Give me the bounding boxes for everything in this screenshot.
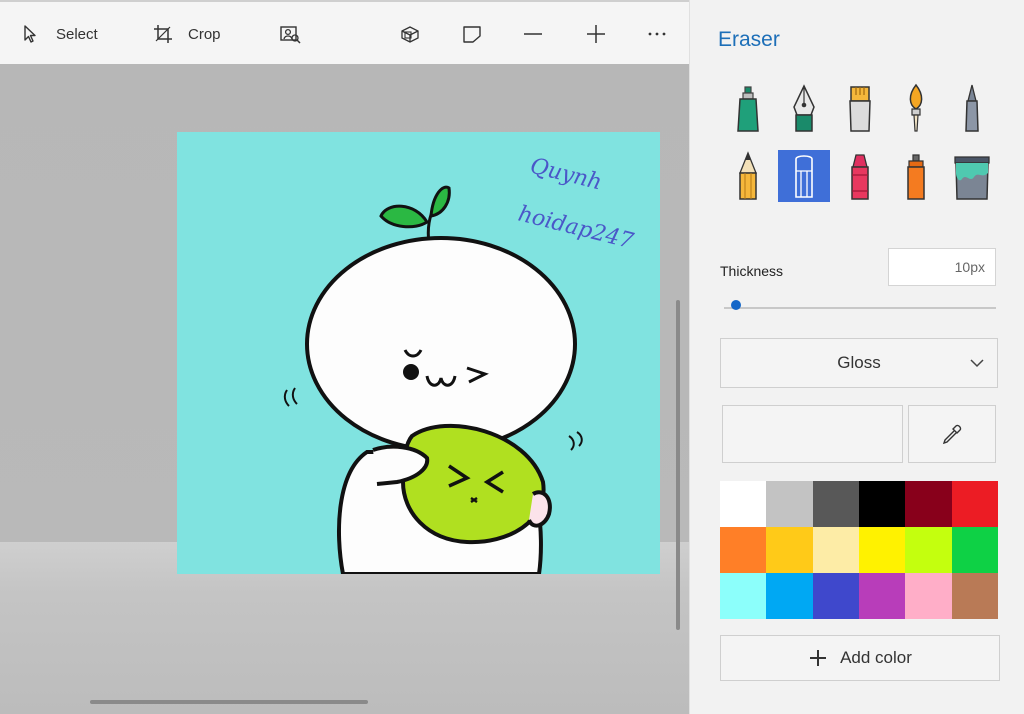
color-palette xyxy=(720,481,998,619)
brush-pixel-pen[interactable] xyxy=(946,82,998,134)
brush-oil[interactable] xyxy=(834,82,886,134)
fill-bucket-icon xyxy=(954,156,990,200)
crop-icon xyxy=(154,25,172,43)
green-ball xyxy=(400,423,546,545)
spray-can-icon xyxy=(907,154,925,200)
vertical-scrollbar[interactable] xyxy=(676,300,680,630)
zoom-out-button[interactable] xyxy=(522,16,544,52)
crayon-icon xyxy=(851,154,869,200)
brush-marker[interactable] xyxy=(722,82,774,134)
crop-button[interactable]: Crop xyxy=(152,16,221,52)
color-swatch[interactable] xyxy=(905,527,952,573)
brush-spray-can[interactable] xyxy=(890,150,942,202)
select-button[interactable]: Select xyxy=(20,16,98,52)
watermark-line-2: hoidap247 xyxy=(516,202,636,255)
pencil-icon xyxy=(739,151,757,200)
finish-dropdown-value: Gloss xyxy=(837,353,881,372)
watermark-line-1: Quynh xyxy=(528,154,605,196)
zoom-in-button[interactable] xyxy=(585,16,607,52)
color-swatch[interactable] xyxy=(858,527,906,573)
color-swatch[interactable] xyxy=(720,527,767,573)
current-color-preview xyxy=(722,405,903,463)
brush-fill[interactable] xyxy=(946,150,998,202)
color-swatch[interactable] xyxy=(858,481,906,527)
toolbar: Select Crop xyxy=(0,0,689,64)
color-swatch[interactable] xyxy=(766,573,813,619)
color-swatch[interactable] xyxy=(951,573,998,619)
calligraphy-pen-icon xyxy=(793,84,815,132)
view-3d-button[interactable] xyxy=(399,16,421,52)
color-swatch[interactable] xyxy=(766,481,813,527)
plus-icon xyxy=(810,650,827,666)
oil-brush-icon xyxy=(849,86,871,132)
add-color-button[interactable]: Add color xyxy=(720,635,1000,681)
color-swatch[interactable] xyxy=(858,573,906,619)
brush-pencil[interactable] xyxy=(722,150,774,202)
color-swatch[interactable] xyxy=(720,481,767,527)
color-swatch[interactable] xyxy=(812,527,859,573)
color-swatch[interactable] xyxy=(766,527,813,573)
character-head xyxy=(305,236,577,452)
drawing-canvas[interactable]: Quynh hoidap247 xyxy=(177,132,660,574)
color-swatch[interactable] xyxy=(951,527,998,573)
eraser-icon xyxy=(795,155,813,198)
eyedropper-button[interactable] xyxy=(908,405,996,463)
sprout xyxy=(379,185,451,245)
sticker-icon xyxy=(463,26,481,43)
minus-icon xyxy=(524,33,542,35)
magic-select-button[interactable] xyxy=(279,16,301,52)
more-icon xyxy=(648,32,666,36)
view-3d-icon xyxy=(401,26,419,43)
thickness-label: Thickness xyxy=(720,263,784,279)
brush-eraser[interactable] xyxy=(778,150,830,202)
horizontal-scrollbar[interactable] xyxy=(90,700,368,704)
marker-icon xyxy=(737,86,759,132)
chevron-down-icon xyxy=(970,359,984,368)
eyedropper-icon xyxy=(942,424,962,445)
finish-dropdown[interactable]: Gloss xyxy=(720,338,998,388)
cursor-icon xyxy=(24,25,36,43)
thickness-input[interactable] xyxy=(888,248,996,286)
color-swatch[interactable] xyxy=(905,573,952,619)
color-swatch[interactable] xyxy=(720,573,767,619)
canvas-artwork: Quynh hoidap247 xyxy=(283,154,636,574)
color-swatch[interactable] xyxy=(812,481,859,527)
select-label: Select xyxy=(56,25,98,43)
watercolor-icon xyxy=(909,83,923,132)
pixel-pen-icon xyxy=(965,84,979,132)
sticker-button[interactable] xyxy=(461,16,483,52)
color-swatch[interactable] xyxy=(812,573,859,619)
magic-select-icon xyxy=(280,26,301,44)
brush-calligraphy-pen[interactable] xyxy=(778,82,830,134)
panel-title: Eraser xyxy=(718,28,780,51)
crop-label: Crop xyxy=(188,25,221,43)
more-button[interactable] xyxy=(646,16,668,52)
thickness-slider-track[interactable] xyxy=(724,307,996,309)
workspace[interactable]: Quynh hoidap247 xyxy=(0,64,689,714)
color-swatch[interactable] xyxy=(951,481,998,527)
brush-crayon[interactable] xyxy=(834,150,886,202)
brushes-panel: Eraser Thickness 10px Gloss Add color xyxy=(689,0,1024,714)
plus-icon xyxy=(587,25,605,43)
add-color-label: Add color xyxy=(840,648,912,667)
color-swatch[interactable] xyxy=(905,481,952,527)
brush-watercolor[interactable] xyxy=(890,82,942,134)
